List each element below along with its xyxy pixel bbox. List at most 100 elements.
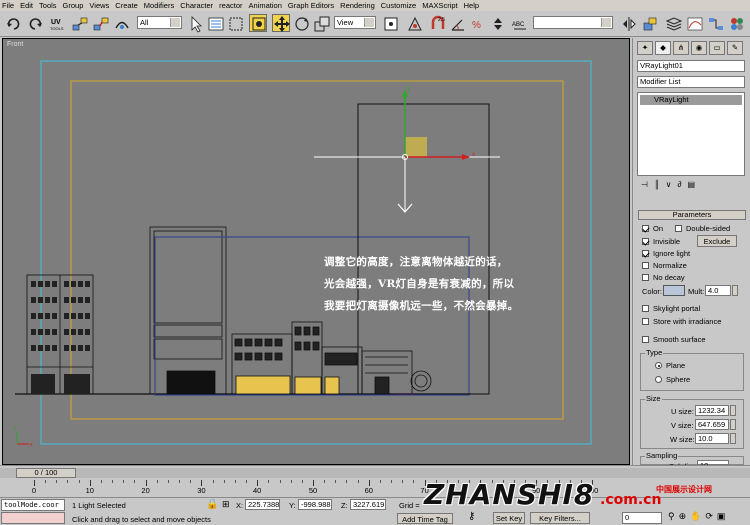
menu-item[interactable]: Character: [180, 1, 213, 10]
x-coord-field[interactable]: 225.7388: [245, 499, 280, 510]
select-and-scale-button[interactable]: [312, 14, 330, 32]
pan-icon[interactable]: ✋: [690, 511, 701, 522]
u-size-field[interactable]: 1232.34: [695, 405, 729, 416]
multiplier-spinner[interactable]: [732, 285, 738, 296]
menu-item[interactable]: File: [2, 1, 14, 10]
named-selection-sets-field[interactable]: [533, 16, 613, 29]
tab-hierarchy[interactable]: ⋔: [673, 41, 689, 55]
maxscript-output-field[interactable]: [1, 512, 65, 524]
curve-editor-button[interactable]: [685, 14, 703, 32]
make-unique-icon[interactable]: ∨: [666, 180, 672, 192]
plane-radio[interactable]: [655, 362, 662, 369]
ignore-light-checkbox[interactable]: [642, 250, 649, 257]
menu-item[interactable]: Group: [63, 1, 84, 10]
pin-stack-icon[interactable]: ⊣: [641, 180, 648, 192]
menu-item[interactable]: Views: [89, 1, 109, 10]
v-size-field[interactable]: 647.659: [695, 419, 729, 430]
menu-item[interactable]: Animation: [249, 1, 282, 10]
tab-motion[interactable]: ◉: [691, 41, 707, 55]
w-size-spinner[interactable]: [730, 433, 736, 444]
v-size-spinner[interactable]: [730, 419, 736, 430]
set-key-button[interactable]: Set Key: [493, 512, 525, 524]
viewport-label[interactable]: Front: [7, 41, 23, 48]
orbit-icon[interactable]: ⟳: [705, 511, 713, 522]
y-coord-field[interactable]: -998.988: [298, 499, 332, 510]
normalize-checkbox[interactable]: [642, 262, 649, 269]
parameters-rollout-header[interactable]: Parameters: [638, 210, 746, 220]
select-by-name-button[interactable]: [206, 14, 224, 32]
tab-create[interactable]: ✦: [637, 41, 653, 55]
window-crossing-button[interactable]: [249, 14, 267, 32]
undo-button[interactable]: [4, 14, 22, 32]
menu-item[interactable]: Edit: [20, 1, 33, 10]
align-button[interactable]: [640, 14, 658, 32]
multiplier-field[interactable]: 4.0: [705, 285, 731, 296]
named-selection-button[interactable]: ABC: [510, 14, 528, 32]
tab-display[interactable]: ▭: [709, 41, 725, 55]
smooth-surface-checkbox[interactable]: [642, 336, 649, 343]
angle-snap-button[interactable]: [448, 14, 466, 32]
front-viewport[interactable]: y x z x Front 调整它的高度，注意离物体越近的话， 光会越强，VR灯…: [2, 38, 630, 465]
menu-item[interactable]: Create: [115, 1, 138, 10]
select-manipulate-button[interactable]: [405, 14, 423, 32]
sphere-radio[interactable]: [655, 376, 662, 383]
selection-filter-dropdown[interactable]: All: [137, 16, 182, 29]
select-object-button[interactable]: [186, 14, 204, 33]
pivot-center-button[interactable]: [381, 14, 399, 32]
on-checkbox[interactable]: [642, 225, 649, 232]
key-icon[interactable]: ⚷: [468, 511, 475, 522]
no-decay-checkbox[interactable]: [642, 274, 649, 281]
select-and-rotate-button[interactable]: [292, 14, 310, 32]
object-name-field[interactable]: VRayLight01: [637, 60, 745, 72]
maxscript-listener-field[interactable]: toolMode.coor: [1, 499, 65, 511]
tab-utilities[interactable]: ✎: [727, 41, 743, 55]
mirror-button[interactable]: [619, 14, 637, 32]
menu-item[interactable]: Graph Editors: [288, 1, 334, 10]
stack-item-vraylight[interactable]: VRayLight: [640, 95, 742, 105]
z-coord-field[interactable]: 3227.619: [350, 499, 386, 510]
layer-manager-button[interactable]: [664, 14, 683, 32]
unlink-tools-button[interactable]: UV TOOLS: [48, 14, 66, 32]
select-and-move-button[interactable]: [272, 14, 290, 32]
region-select-button[interactable]: [226, 14, 244, 32]
absolute-mode-icon[interactable]: ⊞: [222, 499, 230, 510]
menu-item[interactable]: Tools: [39, 1, 57, 10]
spinner-snap-button[interactable]: [488, 14, 506, 32]
remove-modifier-icon[interactable]: ∂: [678, 180, 682, 192]
menu-item[interactable]: Customize: [381, 1, 416, 10]
percent-snap-button[interactable]: %: [468, 14, 486, 32]
lock-selection-icon[interactable]: 🔒: [206, 499, 218, 510]
current-frame-field[interactable]: 0: [622, 512, 662, 524]
bind-space-warp-button[interactable]: [112, 14, 130, 32]
tab-modify[interactable]: ◆: [655, 41, 671, 55]
zoom-icon[interactable]: ⚲: [668, 511, 675, 522]
invisible-checkbox[interactable]: [642, 238, 649, 245]
time-slider-track[interactable]: 0 / 100: [0, 468, 750, 478]
w-size-field[interactable]: 10.0: [695, 433, 729, 444]
snap-toggle-button[interactable]: 2.5: [428, 14, 446, 32]
add-time-tag-button[interactable]: Add Time Tag: [397, 513, 453, 524]
time-slider-thumb[interactable]: 0 / 100: [16, 468, 76, 478]
select-link-button[interactable]: [70, 14, 88, 32]
key-filters-button[interactable]: Key Filters...: [530, 512, 590, 524]
configure-modifier-sets-icon[interactable]: ▤: [687, 180, 695, 192]
double-sided-checkbox[interactable]: [675, 225, 682, 232]
u-size-spinner[interactable]: [730, 405, 736, 416]
unlink-button[interactable]: [91, 14, 109, 32]
schematic-view-button[interactable]: [706, 14, 724, 32]
menu-item[interactable]: Help: [464, 1, 479, 10]
show-end-result-icon[interactable]: ║: [654, 180, 660, 192]
menu-item[interactable]: Modifiers: [144, 1, 174, 10]
menu-item[interactable]: reactor: [219, 1, 242, 10]
material-editor-button[interactable]: [727, 14, 745, 32]
zoom-all-icon[interactable]: ⊕: [679, 511, 687, 522]
maximize-viewport-icon[interactable]: ▣: [717, 511, 726, 522]
exclude-button[interactable]: Exclude: [697, 235, 737, 247]
menu-item[interactable]: MAXScript: [422, 1, 457, 10]
menu-item[interactable]: Rendering: [340, 1, 375, 10]
light-color-swatch[interactable]: [663, 285, 685, 296]
modifier-list-dropdown[interactable]: Modifier List: [637, 76, 745, 88]
store-irradiance-checkbox[interactable]: [642, 318, 649, 325]
reference-coordinate-dropdown[interactable]: View: [334, 16, 376, 29]
redo-button[interactable]: [25, 14, 43, 32]
